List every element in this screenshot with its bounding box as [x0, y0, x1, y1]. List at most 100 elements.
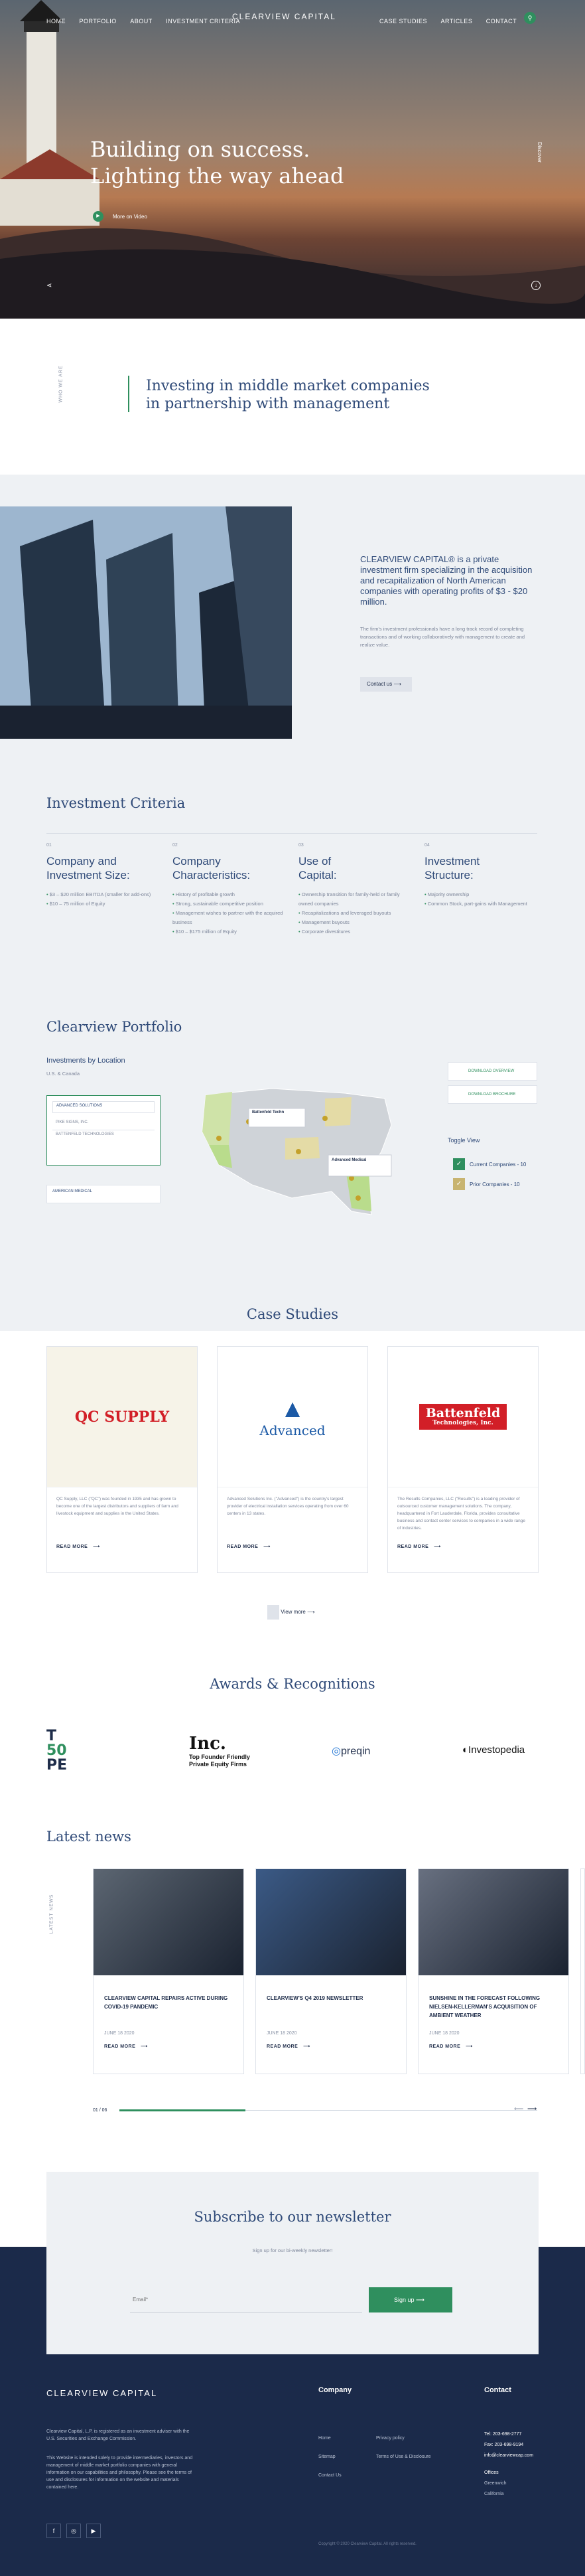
criteria-number: 01	[46, 843, 52, 848]
nav-articles[interactable]: ARTICLES	[440, 18, 472, 25]
share-icon[interactable]: ⋖	[46, 282, 52, 289]
case-study-card[interactable]: QC SUPPLY QC Supply, LLC ("QC") was found…	[46, 1346, 198, 1573]
map-pin-battenfeld[interactable]: Battenfeld Techn	[252, 1110, 284, 1114]
arrow-right-icon: ⟶	[466, 2044, 473, 2049]
award-preqin-logo: ◎preqin	[332, 1746, 371, 1757]
facebook-icon[interactable]: f	[46, 2524, 61, 2538]
prior-companies-checkbox[interactable]: ✓	[453, 1178, 465, 1190]
news-card-title[interactable]: CLEARVIEW'S Q4 2019 NEWSLETTER	[256, 1975, 406, 2023]
news-counter: 01 / 06	[93, 2108, 107, 2113]
logo[interactable]: CLEARVIEW CAPITAL	[232, 12, 336, 21]
about-text: CLEARVIEW CAPITAL® is a private investme…	[360, 554, 533, 607]
skyscraper-image	[0, 506, 292, 739]
youtube-icon[interactable]: ▶	[86, 2524, 101, 2538]
case-study-read-more[interactable]: READ MORE ⟶	[47, 1544, 197, 1549]
news-card-date: JUNE 18 2020	[267, 2031, 297, 2036]
footer-link-home[interactable]: Home	[318, 2429, 342, 2448]
battenfeld-logo: Battenfeld Technologies, Inc.	[419, 1404, 507, 1430]
portfolio-list-item-collapsed[interactable]: AMERICAN MEDICAL	[46, 1185, 161, 1203]
sign-up-button[interactable]: Sign up ⟶	[369, 2287, 452, 2312]
nav-about[interactable]: ABOUT	[130, 18, 153, 25]
nav-investment-criteria[interactable]: INVESTMENT CRITERIA	[166, 18, 240, 25]
news-read-more[interactable]: READ MORE ⟶	[256, 2036, 406, 2049]
arrow-right-icon: ⟶	[303, 2044, 310, 2049]
email-input[interactable]	[130, 2287, 362, 2313]
criteria-item: $3 – $20 million EBITDA (smaller for add…	[46, 890, 159, 899]
news-card[interactable]: CLEARVIEW'S Q4 2019 NEWSLETTER JUNE 18 20…	[255, 1868, 407, 2074]
news-title: Latest news	[46, 1829, 131, 1845]
read-more-label: READ MORE	[56, 1545, 88, 1549]
main-nav-right: CASE STUDIES ARTICLES CONTACT	[379, 15, 517, 27]
instagram-icon[interactable]: ◎	[66, 2524, 81, 2538]
read-more-label: READ MORE	[429, 2044, 461, 2049]
criteria-title: Investment Criteria	[46, 795, 186, 811]
case-study-read-more[interactable]: READ MORE ⟶	[388, 1544, 538, 1549]
news-card-partial[interactable]	[580, 1868, 585, 2074]
contact-us-button[interactable]: Contact us ⟶	[360, 677, 412, 692]
intro-title-line1: Investing in middle market companies	[146, 378, 430, 394]
search-icon[interactable]: ⚲	[524, 12, 536, 24]
case-study-card[interactable]: ▲ Advanced Advanced Solutions Inc. ("Advan…	[217, 1346, 368, 1573]
footer-link-privacy[interactable]: Privacy policy	[376, 2429, 430, 2448]
criteria-item: Management wishes to partner with the ac…	[172, 909, 285, 927]
qc-supply-logo-text: QC SUPPLY	[74, 1408, 170, 1426]
newsletter-title: Subscribe to our newsletter	[194, 2209, 391, 2225]
footer-office-1: Greenwich	[484, 2481, 507, 2486]
news-card-date: JUNE 18 2020	[429, 2031, 460, 2036]
play-icon: ▶	[93, 211, 103, 222]
footer-email[interactable]: info@clearviewcap.com	[484, 2451, 533, 2461]
video-button[interactable]: ▶ More on Video	[93, 211, 147, 222]
map-pin-advanced-medical[interactable]: Advanced Medical	[332, 1158, 366, 1162]
footer-text-1: Clearview Capital, L.P. is registered as…	[46, 2429, 190, 2441]
news-card-title[interactable]: CLEARVIEW CAPITAL REPAIRS ACTIVE DURING …	[94, 1975, 243, 2023]
nav-home[interactable]: HOME	[46, 18, 66, 25]
news-card-title[interactable]: SUNSHINE IN THE FORECAST FOLLOWING NIELS…	[419, 1975, 568, 2023]
toggle-view-label: Toggle View	[448, 1137, 480, 1144]
awards-title: Awards & Recognitions	[210, 1676, 375, 1692]
news-card[interactable]: SUNSHINE IN THE FORECAST FOLLOWING NIELS…	[418, 1868, 569, 2074]
portfolio-list-item[interactable]: PIKE SIGNS, INC.	[52, 1118, 155, 1130]
news-next-icon[interactable]: ⟶	[527, 2105, 537, 2113]
portfolio-list: ADVANCED SOLUTIONS PIKE SIGNS, INC. BATT…	[46, 1095, 161, 1166]
sign-up-label: Sign up	[394, 2297, 415, 2303]
criteria-column: 02 CompanyCharacteristics: History of prof…	[172, 843, 285, 937]
download-overview-button[interactable]: DOWNLOAD OVERVIEW	[448, 1062, 537, 1081]
prior-companies-label: Prior Companies - 10	[470, 1181, 520, 1187]
arrow-right-icon: ⟶	[93, 1545, 100, 1549]
criteria-heading-line1: Investment	[424, 855, 480, 868]
footer-company-heading: Company	[318, 2386, 352, 2394]
nav-case-studies[interactable]: CASE STUDIES	[379, 18, 427, 25]
case-study-logo: QC SUPPLY	[47, 1347, 197, 1487]
download-brochure-button[interactable]: DOWNLOAD BROCHURE	[448, 1085, 537, 1104]
scroll-down-icon[interactable]: ↓	[531, 281, 541, 290]
battenfeld-logo-text: Battenfeld	[425, 1406, 501, 1420]
footer-tel[interactable]: Tel: 203-698-2777	[484, 2429, 533, 2440]
footer-links-col2: Privacy policy Terms of Use & Disclosure	[376, 2429, 430, 2466]
news-read-more[interactable]: READ MORE ⟶	[94, 2036, 243, 2049]
arrow-right-icon: ⟶	[141, 2044, 148, 2049]
view-more-button[interactable]: View more ⟶	[267, 1605, 318, 1620]
portfolio-list-item[interactable]: ADVANCED SOLUTIONS	[52, 1101, 155, 1113]
footer-link-contact[interactable]: Contact Us	[318, 2466, 342, 2485]
case-studies-title: Case Studies	[246, 1306, 339, 1322]
footer-link-sitemap[interactable]: Sitemap	[318, 2448, 342, 2466]
news-prev-icon[interactable]: ⟵	[514, 2105, 523, 2113]
current-companies-checkbox[interactable]: ✓	[453, 1158, 465, 1170]
arrow-right-icon: ⟶	[263, 1545, 271, 1549]
news-read-more[interactable]: READ MORE ⟶	[419, 2036, 568, 2049]
contact-us-label: Contact us	[367, 681, 393, 687]
case-study-read-more[interactable]: READ MORE ⟶	[218, 1544, 367, 1549]
who-we-are-label: WHO WE ARE	[58, 365, 64, 403]
nav-contact[interactable]: CONTACT	[486, 18, 517, 25]
criteria-heading-line2: Structure:	[424, 869, 474, 881]
footer-link-terms[interactable]: Terms of Use & Disclosure	[376, 2448, 430, 2466]
portfolio-list-item[interactable]: BATTENFELD TECHNOLOGIES	[52, 1130, 155, 1142]
news-card[interactable]: CLEARVIEW CAPITAL REPAIRS ACTIVE DURING …	[93, 1868, 244, 2074]
us-map[interactable]	[192, 1079, 405, 1228]
footer-logo[interactable]: CLEARVIEW CAPITAL	[46, 2388, 157, 2398]
portfolio-subtitle: Investments by Location	[46, 1057, 125, 1065]
criteria-heading-line2: Characteristics:	[172, 869, 251, 881]
copyright: Copyright © 2020 Clearview Capital. All …	[318, 2542, 417, 2546]
case-study-card[interactable]: Battenfeld Technologies, Inc. The Results …	[387, 1346, 539, 1573]
nav-portfolio[interactable]: PORTFOLIO	[79, 18, 116, 25]
